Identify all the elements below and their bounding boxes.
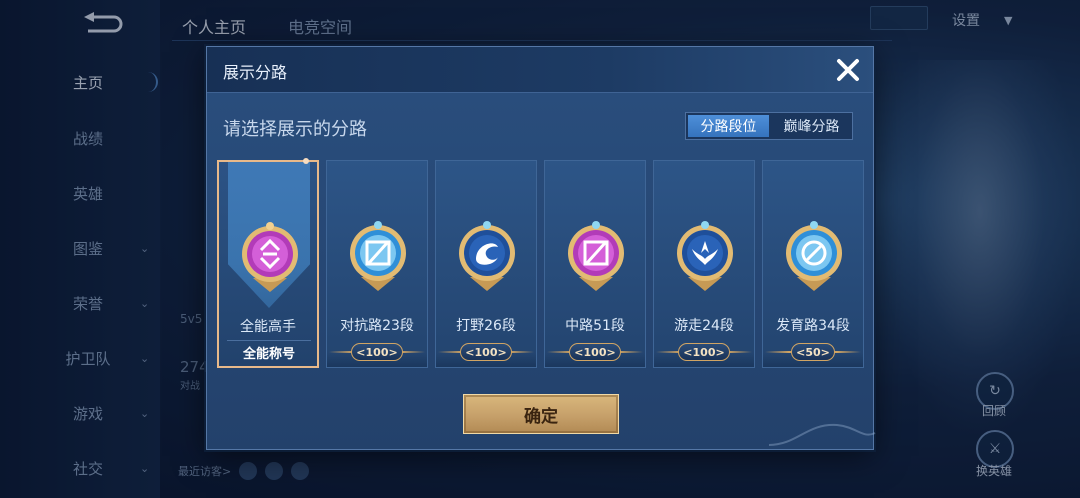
lane-card-farm[interactable]: 发育路34段 <50> — [762, 160, 864, 368]
close-icon — [837, 59, 859, 81]
lane-card-label: 全能高手 — [240, 319, 296, 335]
lane-score: <50> — [791, 343, 835, 361]
lane-card-label: 游走24段 — [674, 318, 734, 334]
toggle-lane-rank[interactable]: 分路段位 — [688, 115, 769, 137]
toggle-peak-lane[interactable]: 巅峰分路 — [771, 113, 852, 139]
lane-mode-toggle: 分路段位 巅峰分路 — [685, 112, 853, 140]
lane-card-list: 全能高手 全能称号 对抗路23段 <100> 打野26段 <100> 中路51段… — [217, 158, 865, 368]
confirm-button[interactable]: 确定 — [463, 394, 619, 434]
lane-score: <100> — [351, 343, 403, 361]
lane-card-label: 打野26段 — [456, 318, 516, 334]
lane-card-mid[interactable]: 中路51段 <100> — [544, 160, 646, 368]
lane-score: <100> — [569, 343, 621, 361]
dialog-prompt: 请选择展示的分路 — [223, 119, 367, 140]
score-ribbon: <100> — [327, 335, 427, 369]
lane-display-dialog: 展示分路 请选择展示的分路 分路段位 巅峰分路 全能高手 全能称号 对抗路23段… — [206, 46, 876, 450]
omni-badge-icon — [242, 222, 298, 292]
lane-score: <100> — [460, 343, 512, 361]
score-ribbon: <100> — [654, 335, 754, 369]
selected-indicator — [303, 158, 309, 164]
title-badge-text: 全能称号 — [227, 340, 311, 364]
roam-badge-icon — [677, 221, 733, 291]
lane-card-label: 发育路34段 — [776, 318, 850, 334]
close-button[interactable] — [831, 53, 865, 87]
score-ribbon: <100> — [545, 335, 645, 369]
lane-card-label: 对抗路23段 — [340, 318, 414, 334]
clash-lane-badge-icon — [350, 221, 406, 291]
farm-lane-badge-icon — [786, 221, 842, 291]
dialog-header: 展示分路 — [207, 47, 873, 93]
dialog-title: 展示分路 — [223, 63, 288, 82]
lane-card-jungle[interactable]: 打野26段 <100> — [435, 160, 537, 368]
lane-card-roam[interactable]: 游走24段 <100> — [653, 160, 755, 368]
score-ribbon: <100> — [436, 335, 536, 369]
lane-score: <100> — [678, 343, 730, 361]
mid-lane-badge-icon — [568, 221, 624, 291]
jungle-badge-icon — [459, 221, 515, 291]
score-ribbon: <50> — [763, 335, 863, 369]
lane-card-clash[interactable]: 对抗路23段 <100> — [326, 160, 428, 368]
lane-card-omni[interactable]: 全能高手 全能称号 — [217, 158, 319, 368]
lane-card-label: 中路51段 — [565, 318, 625, 334]
decorative-swirl — [768, 423, 876, 446]
